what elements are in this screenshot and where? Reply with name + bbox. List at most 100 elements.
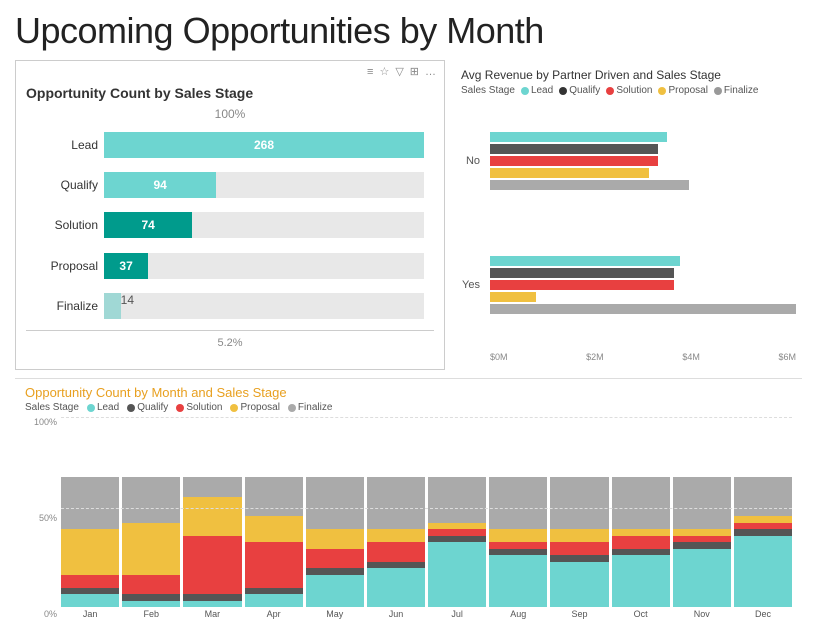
legend-dot [87,404,95,412]
grid-line [61,417,792,418]
h-group-label: No [461,155,486,167]
h-bar [490,256,680,266]
stacked-segment [183,497,241,536]
bar-x-label: Sep [571,609,587,619]
legend-text: Lead [531,85,553,96]
stacked-segment [550,477,608,529]
stacked-segment [122,477,180,523]
right-chart-title: Avg Revenue by Partner Driven and Sales … [461,68,796,82]
legend-dot [714,87,722,95]
pin-icon[interactable]: ☆ [379,65,389,78]
legend-text: Proposal [240,402,279,413]
stacked-segment [183,477,241,497]
stacked-bar-wrap: Jun [367,477,425,619]
stacked-segment [673,477,731,529]
stacked-segment [489,477,547,529]
filter-icon[interactable]: ▽ [395,65,403,78]
bar-chart-area: Lead268Qualify94Solution74Proposal37Fina… [26,125,434,326]
stacked-bar-wrap: Oct [612,477,670,619]
legend-dot [559,87,567,95]
x-axis-label: $4M [682,352,700,362]
legend-text: Qualify [137,402,168,413]
legend-text: Finalize [724,85,758,96]
stacked-segment [489,529,547,542]
x-axis-label: $0M [490,352,508,362]
legend-item: Solution [176,402,222,413]
stacked-segment [245,542,303,588]
legend-text: Solution [616,85,652,96]
stacked-segment [612,477,670,529]
bar-x-label: May [326,609,343,619]
stacked-bar-wrap: Mar [183,477,241,619]
stacked-bar-wrap: Apr [245,477,303,619]
h-bar [490,132,667,142]
legend-item: Qualify [127,402,168,413]
stacked-segment [122,601,180,608]
h-bar [490,180,689,190]
stacked-segment [612,555,670,607]
stacked-segment [183,536,241,595]
y-axis-label: 0% [44,609,57,619]
bar-fill: 74 [104,212,192,238]
legend-item: Qualify [559,85,600,96]
legend-dot [127,404,135,412]
stacked-bar-wrap: May [306,477,364,619]
left-chart-title: Opportunity Count by Sales Stage [26,85,434,101]
stacked-bar [122,477,180,607]
legend-item: Solution [606,85,652,96]
bottom-legend: Sales StageLeadQualifySolutionProposalFi… [25,402,792,413]
legend-item: Lead [521,85,553,96]
more-icon[interactable]: … [425,66,436,78]
stacked-segment [367,529,425,542]
legend-text: Proposal [668,85,707,96]
legend-dot [606,87,614,95]
stacked-segment [245,594,303,607]
stacked-segment [367,477,425,529]
x-axis-label: $6M [778,352,796,362]
stacked-bar [183,477,241,607]
legend-item: Proposal [230,402,279,413]
bar-label: Proposal [36,259,98,273]
bar-x-label: Feb [144,609,160,619]
bottom-chart-inner: 100% 50% 0% Jan Feb MarApr May Jun Jul Aug Sep Oct… [25,417,792,619]
stacked-segment [734,536,792,608]
stacked-segment [61,594,119,607]
h-bar [490,144,658,154]
legend-item: Lead [87,402,119,413]
stacked-segment [734,477,792,516]
bar-x-label: Dec [755,609,771,619]
h-bar [490,268,674,278]
right-h-chart: No Yes [461,102,796,350]
stacked-bar-wrap: Jul [428,477,486,619]
h-bar-group: Yes [461,256,796,314]
h-bar [490,292,536,302]
bar-fill: 94 [104,172,216,198]
stacked-bar [550,477,608,607]
stacked-bar-wrap: Aug [489,477,547,619]
bar-fill [104,293,121,319]
stacked-segment [61,477,119,529]
bottom-chart-panel: Opportunity Count by Month and Sales Sta… [15,378,802,623]
y-axis-label: 100% [34,417,57,427]
stacked-segment [122,575,180,595]
stacked-bar [734,477,792,607]
h-bar [490,168,649,178]
bar-x-label: Oct [634,609,648,619]
h-bars-col [490,256,796,314]
h-bar-group: No [461,132,796,190]
stacked-bar [367,477,425,607]
stacked-bar-wrap: Jan [61,477,119,619]
bar-track: 94 [104,172,424,198]
bar-row: Qualify 94 [36,172,424,198]
bar-row: Solution74 [36,212,424,238]
y-axis-label: 50% [39,513,57,523]
bar-x-label: Jun [389,609,404,619]
menu-icon[interactable]: ≡ [367,66,373,78]
stacked-segment [245,516,303,542]
left-chart-panel: ≡ ☆ ▽ ⊞ … Opportunity Count by Sales Sta… [15,60,445,370]
expand-icon[interactable]: ⊞ [410,65,419,78]
bar-label: Qualify [36,178,98,192]
stacked-segment [550,529,608,542]
stacked-segment [306,549,364,569]
bar-x-label: Jul [451,609,463,619]
